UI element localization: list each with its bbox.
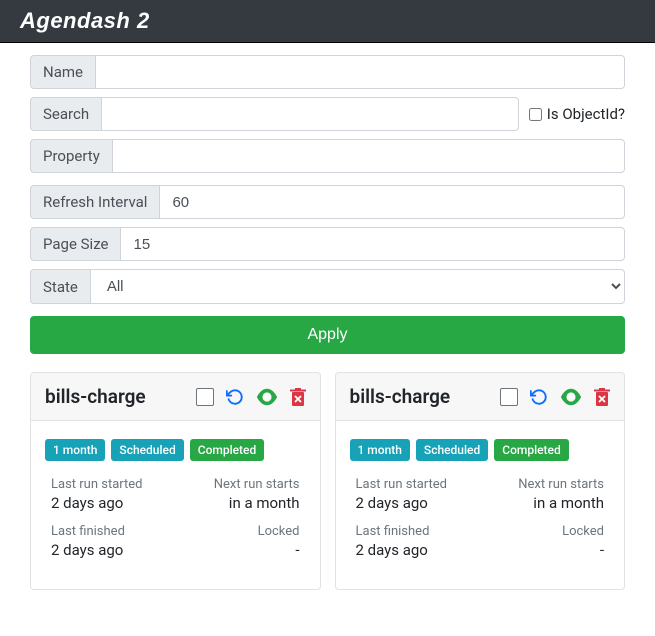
apply-button[interactable]: Apply — [30, 316, 625, 354]
job-actions — [500, 388, 610, 406]
navbar: Agendash 2 — [0, 0, 655, 43]
locked-value: - — [175, 541, 299, 559]
next-run-label: Next run starts — [480, 477, 604, 492]
property-label: Property — [30, 139, 113, 173]
last-run-started-value: 2 days ago — [356, 494, 480, 512]
job-title: bills-charge — [350, 385, 451, 408]
last-finished-label: Last finished — [51, 524, 175, 539]
job-card: bills-charge 1 month Sc — [335, 372, 626, 590]
job-info-row: Last run started 2 days ago Next run sta… — [45, 477, 306, 512]
last-finished-value: 2 days ago — [356, 541, 480, 559]
job-actions — [196, 388, 306, 406]
state-group: State All — [30, 269, 625, 304]
search-label: Search — [30, 97, 102, 131]
page-size-group: Page Size — [30, 227, 625, 261]
state-select[interactable]: All — [91, 269, 625, 304]
name-group: Name — [30, 55, 625, 89]
page-size-label: Page Size — [30, 227, 121, 261]
job-card-header: bills-charge — [31, 373, 320, 421]
delete-icon[interactable] — [290, 388, 306, 406]
job-cards: bills-charge 1 month Sc — [30, 372, 625, 590]
is-objectid-wrap[interactable]: Is ObjectId? — [529, 105, 625, 123]
property-input[interactable] — [113, 139, 625, 173]
page-size-input[interactable] — [121, 227, 625, 261]
search-row: Search Is ObjectId? — [30, 97, 625, 131]
badge-scheduled: Scheduled — [416, 439, 488, 461]
view-icon[interactable] — [560, 388, 582, 406]
job-select-checkbox[interactable] — [196, 388, 214, 406]
job-title: bills-charge — [45, 385, 146, 408]
job-badges: 1 month Scheduled Completed — [45, 439, 306, 461]
refresh-interval-label: Refresh Interval — [30, 185, 160, 219]
name-label: Name — [30, 55, 96, 89]
refresh-interval-group: Refresh Interval — [30, 185, 625, 219]
requeue-icon[interactable] — [226, 388, 244, 406]
requeue-icon[interactable] — [530, 388, 548, 406]
last-run-started-value: 2 days ago — [51, 494, 175, 512]
last-run-started-label: Last run started — [51, 477, 175, 492]
badge-interval: 1 month — [45, 439, 105, 461]
filter-container: Name Search Is ObjectId? Property Refres… — [0, 43, 655, 610]
job-card-body: 1 month Scheduled Completed Last run sta… — [336, 421, 625, 589]
locked-label: Locked — [480, 524, 604, 539]
locked-label: Locked — [175, 524, 299, 539]
view-icon[interactable] — [256, 388, 278, 406]
property-group: Property — [30, 139, 625, 173]
job-card: bills-charge 1 month Sc — [30, 372, 321, 590]
badge-completed: Completed — [494, 439, 569, 461]
delete-icon[interactable] — [594, 388, 610, 406]
navbar-brand: Agendash 2 — [20, 8, 635, 34]
locked-value: - — [480, 541, 604, 559]
state-label: State — [30, 269, 91, 304]
search-input[interactable] — [102, 97, 519, 131]
refresh-interval-input[interactable] — [160, 185, 625, 219]
badge-scheduled: Scheduled — [111, 439, 183, 461]
search-group: Search — [30, 97, 519, 131]
is-objectid-label: Is ObjectId? — [547, 105, 625, 123]
badge-completed: Completed — [190, 439, 265, 461]
badge-interval: 1 month — [350, 439, 410, 461]
job-info-row: Last finished 2 days ago Locked - — [350, 524, 611, 559]
last-run-started-label: Last run started — [356, 477, 480, 492]
job-badges: 1 month Scheduled Completed — [350, 439, 611, 461]
next-run-value: in a month — [480, 494, 604, 512]
job-info-row: Last run started 2 days ago Next run sta… — [350, 477, 611, 512]
job-info-row: Last finished 2 days ago Locked - — [45, 524, 306, 559]
last-finished-label: Last finished — [356, 524, 480, 539]
job-card-header: bills-charge — [336, 373, 625, 421]
job-select-checkbox[interactable] — [500, 388, 518, 406]
name-input[interactable] — [96, 55, 625, 89]
next-run-value: in a month — [175, 494, 299, 512]
next-run-label: Next run starts — [175, 477, 299, 492]
job-card-body: 1 month Scheduled Completed Last run sta… — [31, 421, 320, 589]
last-finished-value: 2 days ago — [51, 541, 175, 559]
is-objectid-checkbox[interactable] — [529, 108, 542, 121]
